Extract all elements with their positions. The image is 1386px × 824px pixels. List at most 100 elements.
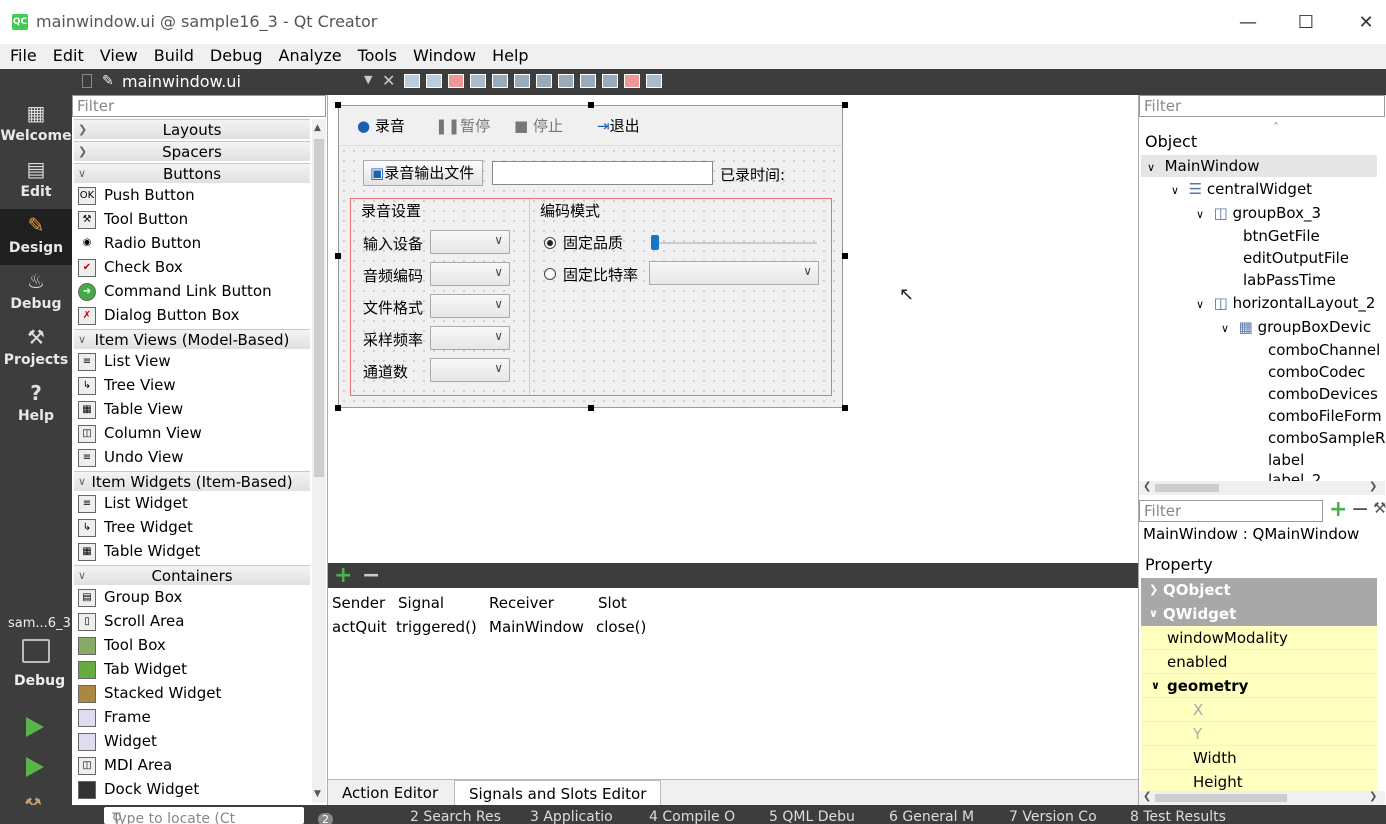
widget-tree-view[interactable]: ↳ Tree View xyxy=(78,373,310,397)
prop-enabled[interactable]: enabled xyxy=(1141,650,1377,674)
cell-sender[interactable]: actQuit xyxy=(332,618,387,636)
action-stop[interactable]: ■ 停止 xyxy=(514,117,563,135)
mode-design[interactable]: ✎ Design xyxy=(0,209,72,265)
tree-row-label[interactable]: label xyxy=(1268,451,1304,469)
widget-group-box[interactable]: ▤ Group Box xyxy=(78,585,310,609)
radio-fixed-quality[interactable] xyxy=(544,237,556,249)
selection-handle[interactable] xyxy=(335,253,341,259)
action-pause[interactable]: ❚❚暂停 xyxy=(435,117,490,135)
quality-slider[interactable] xyxy=(651,242,817,244)
break-layout-icon[interactable] xyxy=(624,74,640,88)
close-document-icon[interactable]: ✕ xyxy=(382,71,395,90)
tree-row-labpasstime[interactable]: labPassTime xyxy=(1243,271,1336,289)
layout-splitter-v-icon[interactable] xyxy=(558,74,574,88)
pane-test-results[interactable]: 8 Test Results xyxy=(1130,809,1226,824)
tree-row-combochannel[interactable]: comboChannel xyxy=(1268,341,1380,359)
configure-icon[interactable]: ⚒ xyxy=(1373,499,1386,517)
category-buttons[interactable]: ∨ Buttons xyxy=(74,163,310,183)
selection-handle[interactable] xyxy=(335,405,341,411)
remove-connection-icon[interactable]: − xyxy=(362,565,380,587)
tab-signals-slots-editor[interactable]: Signals and Slots Editor xyxy=(454,780,662,806)
cell-slot[interactable]: close() xyxy=(596,618,646,636)
widget-dock-widget[interactable]: Dock Widget xyxy=(78,777,310,801)
widget-tool-box[interactable]: Tool Box xyxy=(78,633,310,657)
widget-column-view[interactable]: ◫ Column View xyxy=(78,421,310,445)
menu-view[interactable]: View xyxy=(90,44,144,65)
header-slot[interactable]: Slot xyxy=(598,594,627,612)
tree-row-groupbox3[interactable]: ∨ ◫ groupBox_3 xyxy=(1196,204,1321,222)
tree-row-combocodec[interactable]: comboCodec xyxy=(1268,363,1365,381)
widget-tool-button[interactable]: ⚒ Tool Button xyxy=(78,207,310,231)
selection-handle[interactable] xyxy=(842,102,848,108)
locate-input[interactable]: ⚲ Type to locate (Ct xyxy=(104,807,304,824)
selection-handle[interactable] xyxy=(842,253,848,259)
prop-window-modality[interactable]: windowModality xyxy=(1141,626,1377,650)
pane-qml-debugger[interactable]: 5 QML Debu xyxy=(769,809,855,824)
scroll-thumb[interactable] xyxy=(1155,794,1287,802)
debug-run-icon[interactable] xyxy=(26,757,44,777)
layout-splitter-h-icon[interactable] xyxy=(536,74,552,88)
kit-build-label[interactable]: Debug xyxy=(14,673,65,689)
chevron-down-icon[interactable]: ▼ xyxy=(364,73,372,86)
tree-row-mainwindow[interactable]: ∨ MainWindow xyxy=(1147,157,1260,175)
mode-help[interactable]: ? Help xyxy=(0,377,72,433)
widget-dialog-button-box[interactable]: ✗ Dialog Button Box xyxy=(78,303,310,327)
output-file-input[interactable] xyxy=(492,161,713,185)
action-exit[interactable]: ⇥退出 xyxy=(597,117,640,135)
selection-handle[interactable] xyxy=(335,102,341,108)
sort-up-icon[interactable]: ˆ xyxy=(1273,121,1279,135)
close-button[interactable]: ✕ xyxy=(1351,10,1381,36)
widget-radio-button[interactable]: ◉ Radio Button xyxy=(78,231,310,255)
selection-handle[interactable] xyxy=(588,405,594,411)
object-filter-input[interactable]: Filter xyxy=(1139,95,1385,117)
menu-analyze[interactable]: Analyze xyxy=(269,44,348,65)
combo-sample-rate[interactable]: ∨ xyxy=(430,326,510,350)
output-file-button[interactable]: ▣录音输出文件 xyxy=(363,160,483,186)
tree-row-label2[interactable]: label_2 xyxy=(1268,471,1376,481)
menu-edit[interactable]: Edit xyxy=(43,44,90,65)
edit-buddies-icon[interactable] xyxy=(448,74,464,88)
run-icon[interactable] xyxy=(26,717,44,737)
pane-search-results[interactable]: 2 Search Res xyxy=(410,809,501,824)
menu-build[interactable]: Build xyxy=(144,44,200,65)
radio-fixed-bitrate[interactable] xyxy=(544,268,556,280)
tree-row-centralwidget[interactable]: ∨ ☰ centralWidget xyxy=(1171,180,1312,198)
category-item-views[interactable]: ∨ Item Views (Model-Based) xyxy=(74,329,310,349)
add-connection-icon[interactable]: + xyxy=(334,565,352,587)
widget-tree-widget[interactable]: ↳ Tree Widget xyxy=(78,515,310,539)
property-hscrollbar[interactable]: ❮ ❯ xyxy=(1139,791,1385,805)
widget-stacked-widget[interactable]: Stacked Widget xyxy=(78,681,310,705)
widget-check-box[interactable]: ✔ Check Box xyxy=(78,255,310,279)
scroll-thumb[interactable] xyxy=(1155,484,1219,492)
widget-command-link-button[interactable]: ➜ Command Link Button xyxy=(78,279,310,303)
scroll-up-icon[interactable]: ▲ xyxy=(314,123,321,133)
mode-debug[interactable]: ♨ Debug xyxy=(0,265,72,321)
combo-file-format[interactable]: ∨ xyxy=(430,294,510,318)
scroll-down-icon[interactable]: ▼ xyxy=(314,789,321,799)
add-property-icon[interactable]: + xyxy=(1329,497,1347,522)
edit-widgets-icon[interactable] xyxy=(404,74,420,88)
edit-tab-order-icon[interactable] xyxy=(470,74,486,88)
layout-vertical-icon[interactable] xyxy=(514,74,530,88)
prop-x[interactable]: X xyxy=(1141,698,1377,722)
widget-scroll-area[interactable]: ▯ Scroll Area xyxy=(78,609,310,633)
header-sender[interactable]: Sender xyxy=(332,594,385,612)
form-mainwindow[interactable]: ● 录音 ❚❚暂停 ■ 停止 ⇥退出 ▣录音输出文件 已录时间: 录音设置 编码… xyxy=(338,105,843,408)
widget-frame[interactable]: Frame xyxy=(78,705,310,729)
widget-filter-input[interactable]: Filter xyxy=(72,95,326,117)
widget-list-view[interactable]: ≡ List View xyxy=(78,349,310,373)
prop-y[interactable]: Y xyxy=(1141,722,1377,746)
menu-debug[interactable]: Debug xyxy=(200,44,269,65)
widget-tab-widget[interactable]: Tab Widget xyxy=(78,657,310,681)
table-row[interactable]: actQuit triggered() MainWindow close() xyxy=(328,615,1138,639)
layout-horizontal-icon[interactable] xyxy=(492,74,508,88)
pane-application-output[interactable]: 3 Applicatio xyxy=(530,809,613,824)
menu-tools[interactable]: Tools xyxy=(348,44,403,65)
object-header[interactable]: Object xyxy=(1145,132,1197,151)
scroll-thumb[interactable] xyxy=(314,139,324,477)
cell-receiver[interactable]: MainWindow xyxy=(489,618,584,636)
layout-frame[interactable]: 录音设置 编码模式 输入设备 ∨ 音频编码 ∨ 文件格式 ∨ 采样频率 ∨ 通道… xyxy=(350,198,832,396)
pane-compile-output[interactable]: 4 Compile O xyxy=(649,809,735,824)
tree-row-groupboxdevice[interactable]: ∨ ▦ groupBoxDevic xyxy=(1221,318,1371,336)
menu-window[interactable]: Window xyxy=(403,44,482,65)
